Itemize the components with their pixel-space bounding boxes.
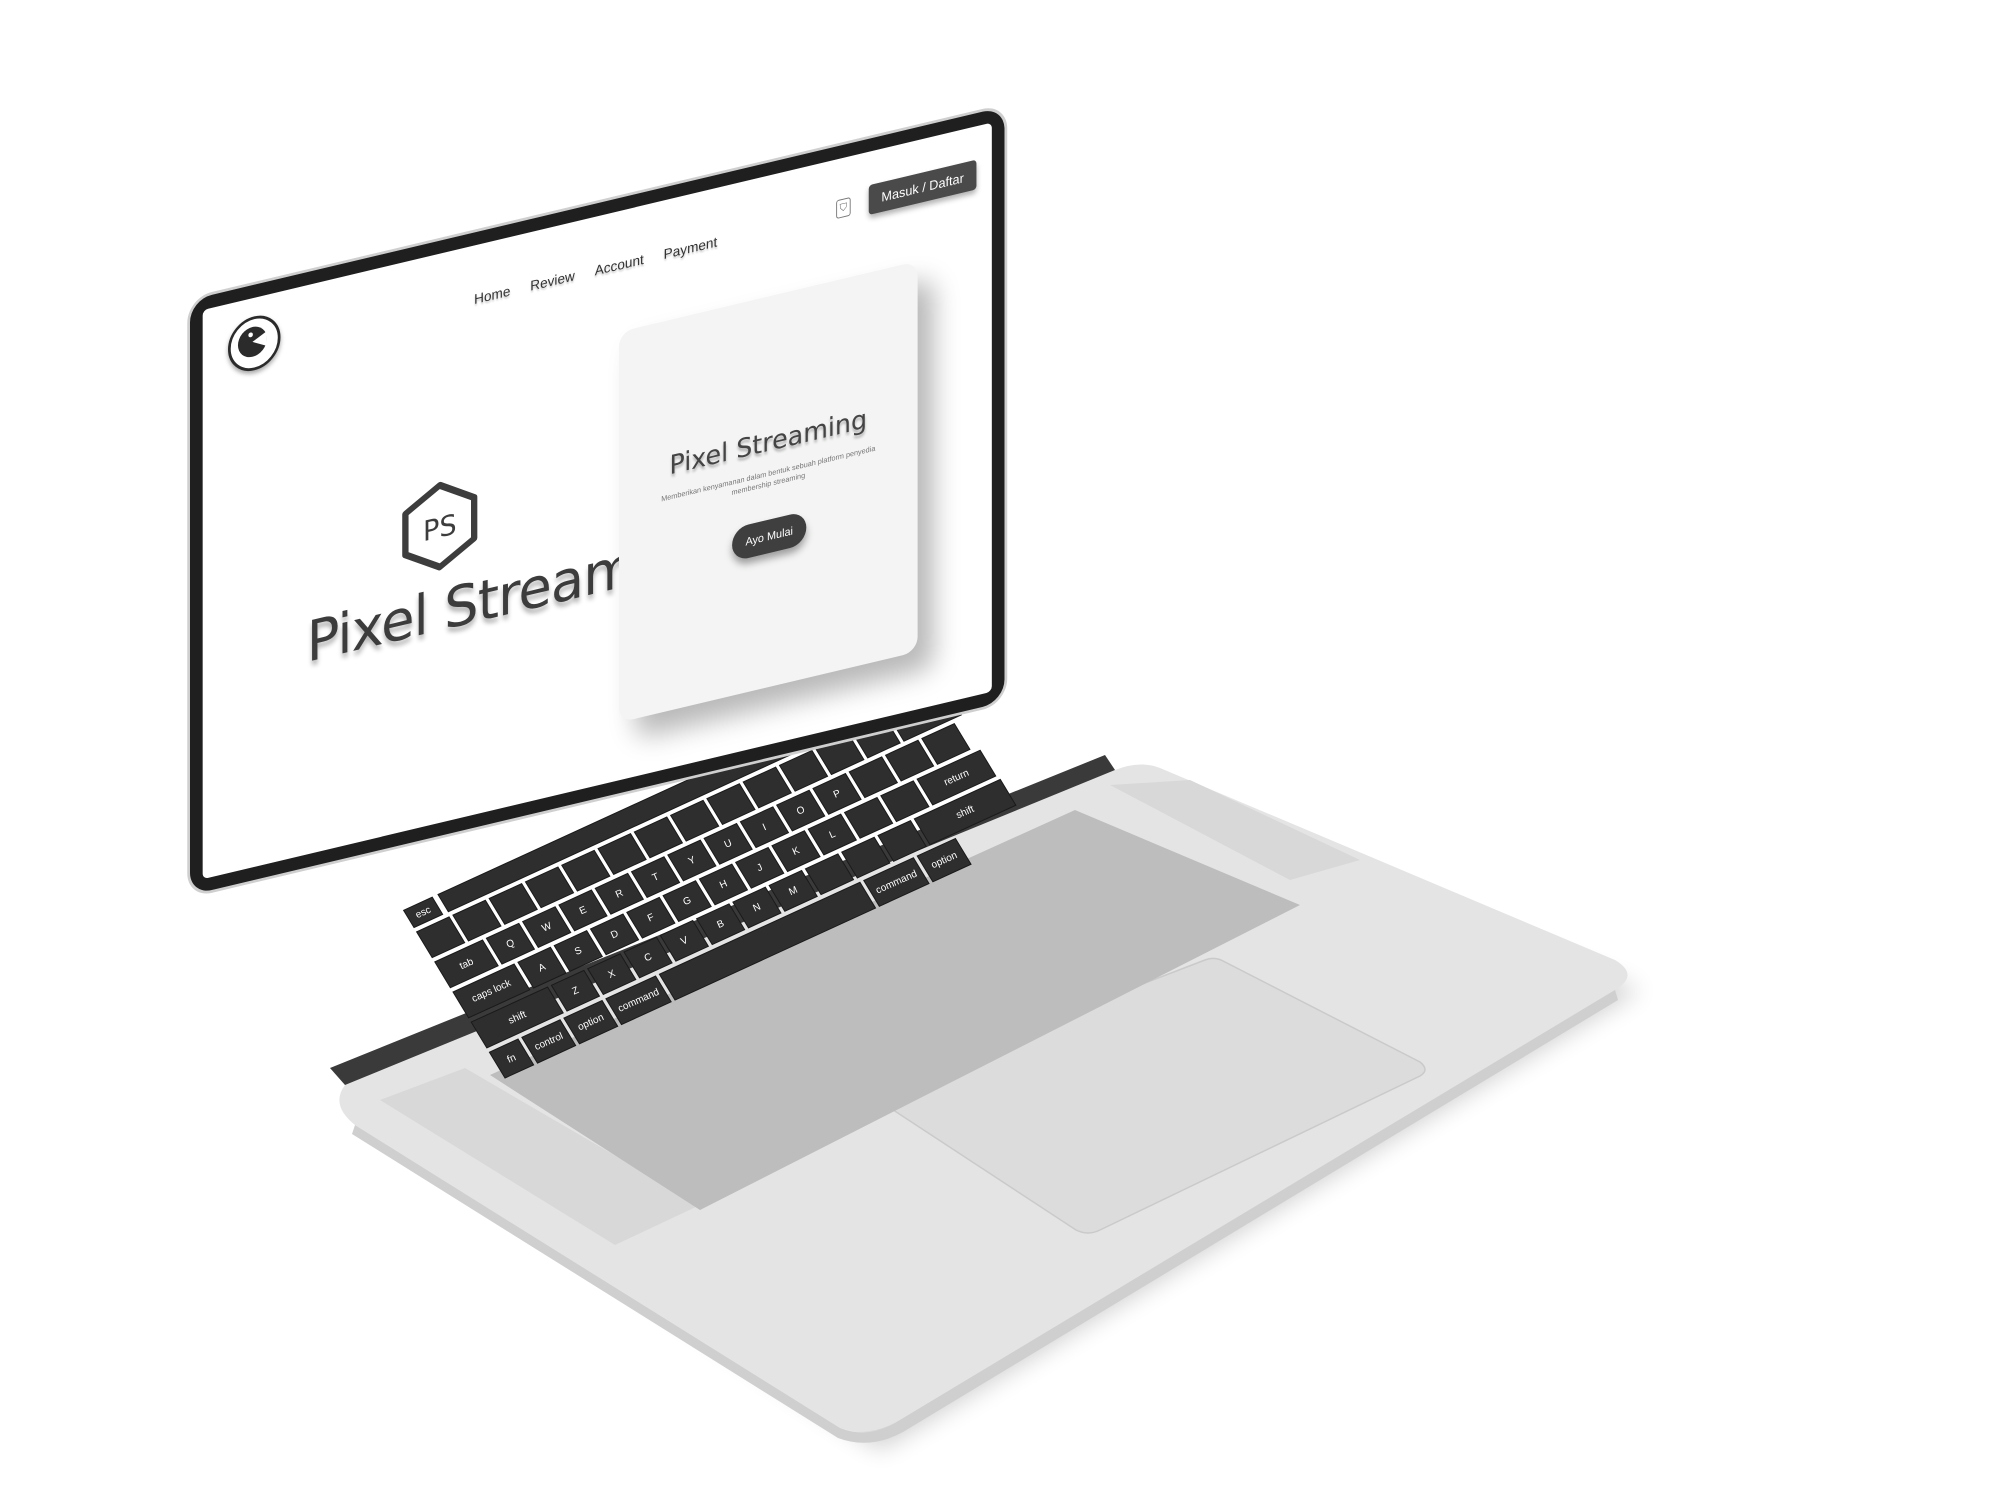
site-logo[interactable] bbox=[228, 310, 281, 377]
nav-review[interactable]: Review bbox=[530, 268, 575, 294]
pacman-logo-icon bbox=[237, 326, 267, 358]
main-nav: Home Review Account Payment bbox=[474, 234, 717, 308]
login-register-button[interactable]: Masuk / Daftar bbox=[868, 159, 977, 216]
get-started-button[interactable]: Ayo Mulai bbox=[732, 510, 807, 562]
nav-home[interactable]: Home bbox=[474, 283, 510, 307]
laptop-mockup-scene: fn control option command command option shift… bbox=[0, 0, 2000, 1500]
cart-icon[interactable]: ⛉ bbox=[836, 196, 851, 220]
nav-account[interactable]: Account bbox=[595, 252, 644, 279]
ps-hexagon-logo-icon: PS bbox=[402, 481, 478, 571]
ps-badge-text: PS bbox=[423, 507, 457, 548]
intro-card: Pixel Streaming Memberikan kenyamanan da… bbox=[618, 261, 918, 723]
nav-payment[interactable]: Payment bbox=[664, 234, 718, 263]
